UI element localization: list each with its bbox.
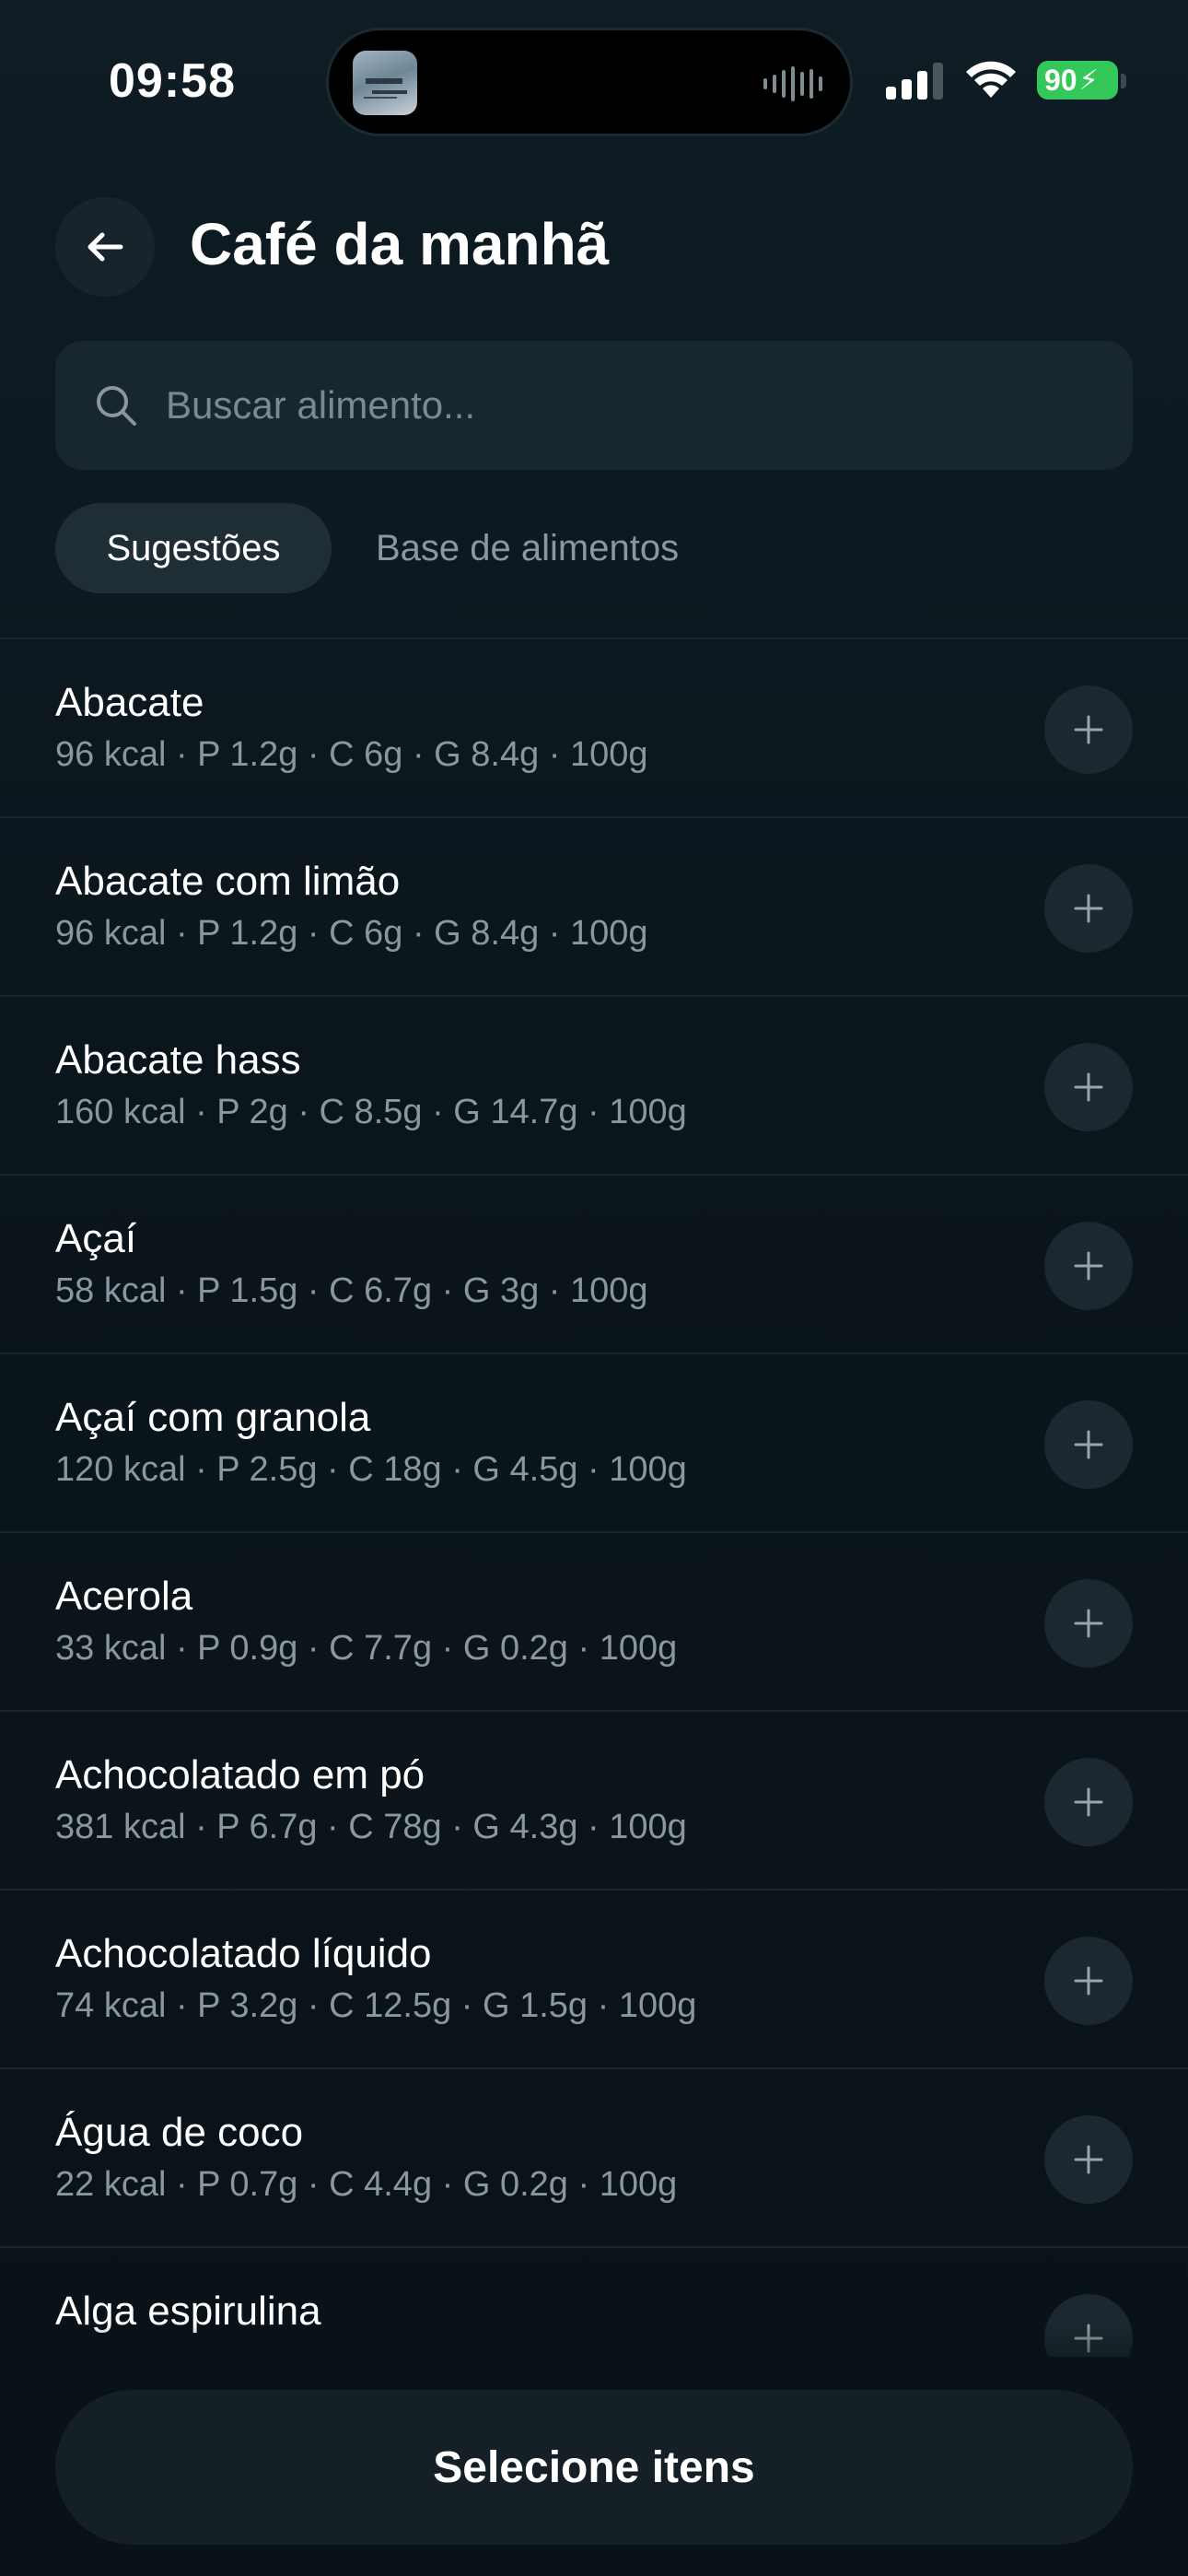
audio-waveform-icon (763, 65, 822, 102)
plus-icon (1074, 1787, 1103, 1817)
food-list[interactable]: Abacate 96 kcal · P 1.2g · C 6g · G 8.4g… (0, 638, 1188, 2357)
plus-icon (1074, 1966, 1103, 1996)
list-item[interactable]: Abacate com limão 96 kcal · P 1.2g · C 6… (0, 818, 1188, 997)
cellular-signal-icon (886, 63, 943, 100)
now-playing-thumbnail (353, 51, 417, 115)
plus-icon (1074, 894, 1103, 923)
food-macros: 96 kcal · P 1.2g · C 6g · G 8.4g · 100g (55, 735, 648, 774)
food-name: Açaí (55, 1216, 137, 1261)
back-button[interactable] (55, 197, 155, 297)
battery-cap (1121, 74, 1126, 88)
list-item[interactable]: Acerola 33 kcal · P 0.9g · C 7.7g · G 0.… (0, 1533, 1188, 1712)
food-name: Abacate com limão (55, 859, 401, 904)
food-macros: 22 kcal · P 0.7g · C 4.4g · G 0.2g · 100… (55, 2165, 678, 2204)
status-time: 09:58 (109, 54, 236, 108)
add-food-button[interactable] (1044, 1758, 1133, 1846)
search-bar[interactable] (55, 341, 1133, 470)
food-macros: 381 kcal · P 6.7g · C 78g · G 4.3g · 100… (55, 1808, 687, 1846)
search-icon (97, 386, 136, 426)
add-food-button[interactable] (1044, 1043, 1133, 1131)
food-macros: 33 kcal · P 0.9g · C 7.7g · G 0.2g · 100… (55, 1629, 678, 1668)
arrow-left-icon (87, 232, 123, 262)
add-food-button[interactable] (1044, 2115, 1133, 2204)
plus-icon (1074, 715, 1103, 744)
food-macros: 120 kcal · P 2.5g · C 18g · G 4.5g · 100… (55, 1450, 687, 1489)
add-food-button[interactable] (1044, 1579, 1133, 1668)
tab-base-de-alimentos[interactable]: Base de alimentos (359, 503, 728, 593)
battery-indicator: 90 ⚡ (1037, 61, 1118, 100)
list-item[interactable]: Achocolatado em pó 381 kcal · P 6.7g · C… (0, 1712, 1188, 1891)
food-macros: 96 kcal · P 1.2g · C 6g · G 8.4g · 100g (55, 914, 648, 953)
wifi-icon (966, 61, 1016, 98)
add-food-button[interactable] (1044, 1222, 1133, 1310)
dynamic-island[interactable] (326, 28, 853, 136)
select-items-button[interactable]: Selecione itens (55, 2390, 1133, 2545)
list-item[interactable]: Abacate 96 kcal · P 1.2g · C 6g · G 8.4g… (0, 639, 1188, 818)
add-food-button[interactable] (1044, 1937, 1133, 2025)
status-bar: 09:58 90 ⚡ (0, 0, 1188, 147)
list-item[interactable]: Água de coco 22 kcal · P 0.7g · C 4.4g ·… (0, 2069, 1188, 2248)
add-food-button[interactable] (1044, 864, 1133, 953)
add-food-button[interactable] (1044, 1400, 1133, 1489)
list-item[interactable]: Açaí 58 kcal · P 1.5g · C 6.7g · G 3g · … (0, 1176, 1188, 1354)
food-name: Abacate (55, 680, 204, 725)
plus-icon (1074, 2145, 1103, 2174)
plus-icon (1074, 1430, 1103, 1459)
food-name: Água de coco (55, 2110, 304, 2155)
food-name: Acerola (55, 1574, 193, 1619)
food-name: Achocolatado líquido (55, 1931, 432, 1976)
list-item[interactable]: Açaí com granola 120 kcal · P 2.5g · C 1… (0, 1354, 1188, 1533)
food-macros: 74 kcal · P 3.2g · C 12.5g · G 1.5g · 10… (55, 1986, 697, 2025)
add-food-button[interactable] (1044, 685, 1133, 774)
food-macros: 160 kcal · P 2g · C 8.5g · G 14.7g · 100… (55, 1093, 687, 1131)
list-item[interactable]: Achocolatado líquido 74 kcal · P 3.2g · … (0, 1891, 1188, 2069)
tab-sugestoes[interactable]: Sugestões (55, 503, 332, 593)
food-name: Açaí com granola (55, 1395, 371, 1440)
plus-icon (1074, 1072, 1103, 1102)
charging-bolt-icon: ⚡ (1078, 64, 1099, 96)
list-item[interactable]: Abacate hass 160 kcal · P 2g · C 8.5g · … (0, 997, 1188, 1176)
food-macros: 58 kcal · P 1.5g · C 6.7g · G 3g · 100g (55, 1271, 648, 1310)
food-name: Abacate hass (55, 1037, 301, 1083)
search-input[interactable] (166, 341, 1105, 470)
battery-level: 90 (1044, 63, 1077, 97)
page-title: Café da manhã (190, 211, 610, 277)
screen: 09:58 90 ⚡ Café da manhã Buscar alimento… (0, 0, 1188, 2576)
plus-icon (1074, 1251, 1103, 1281)
food-name: Achocolatado em pó (55, 1752, 425, 1797)
plus-icon (1074, 1609, 1103, 1638)
